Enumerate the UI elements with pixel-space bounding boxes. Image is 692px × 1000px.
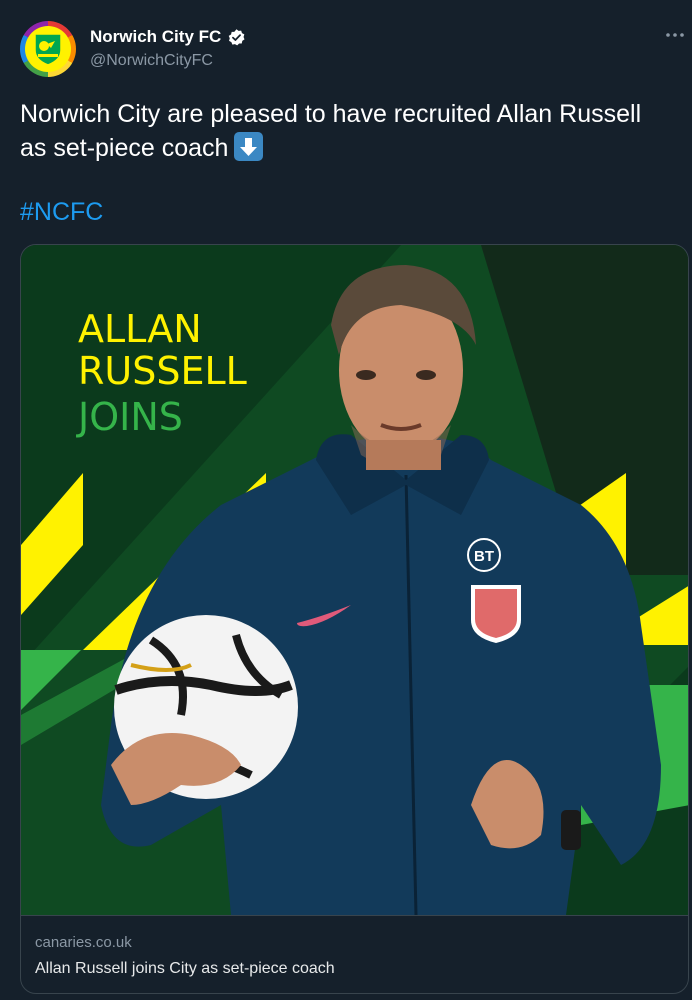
club-crest-icon (25, 26, 71, 72)
tweet-text: Norwich City are pleased to have recruit… (20, 97, 660, 165)
display-name[interactable]: Norwich City FC (90, 27, 221, 47)
link-card[interactable]: BT ALLAN RUSSELL JOINS canaries.co.uk Al… (20, 244, 689, 994)
tweet: Norwich City FC @NorwichCityFC Norwich C… (0, 0, 692, 1000)
card-title[interactable]: Allan Russell joins City as set-piece co… (35, 960, 335, 978)
card-image-line-1: ALLAN (78, 307, 202, 351)
avatar[interactable] (20, 21, 76, 77)
bt-logo-text: BT (474, 548, 494, 565)
verified-badge-icon (227, 28, 246, 47)
hashtag-link[interactable]: #NCFC (20, 198, 103, 227)
card-footer[interactable]: canaries.co.uk Allan Russell joins City … (21, 915, 688, 993)
card-domain: canaries.co.uk (35, 934, 132, 951)
handle[interactable]: @NorwichCityFC (90, 52, 213, 70)
author-row[interactable]: Norwich City FC (90, 27, 246, 47)
tweet-body: Norwich City are pleased to have recruit… (20, 100, 642, 162)
down-arrow-emoji-icon (234, 132, 264, 161)
card-image[interactable]: BT ALLAN RUSSELL JOINS (21, 245, 688, 915)
card-image-line-3: JOINS (78, 395, 183, 439)
more-horizontal-icon[interactable] (664, 24, 686, 46)
card-image-line-2: RUSSELL (78, 349, 247, 393)
